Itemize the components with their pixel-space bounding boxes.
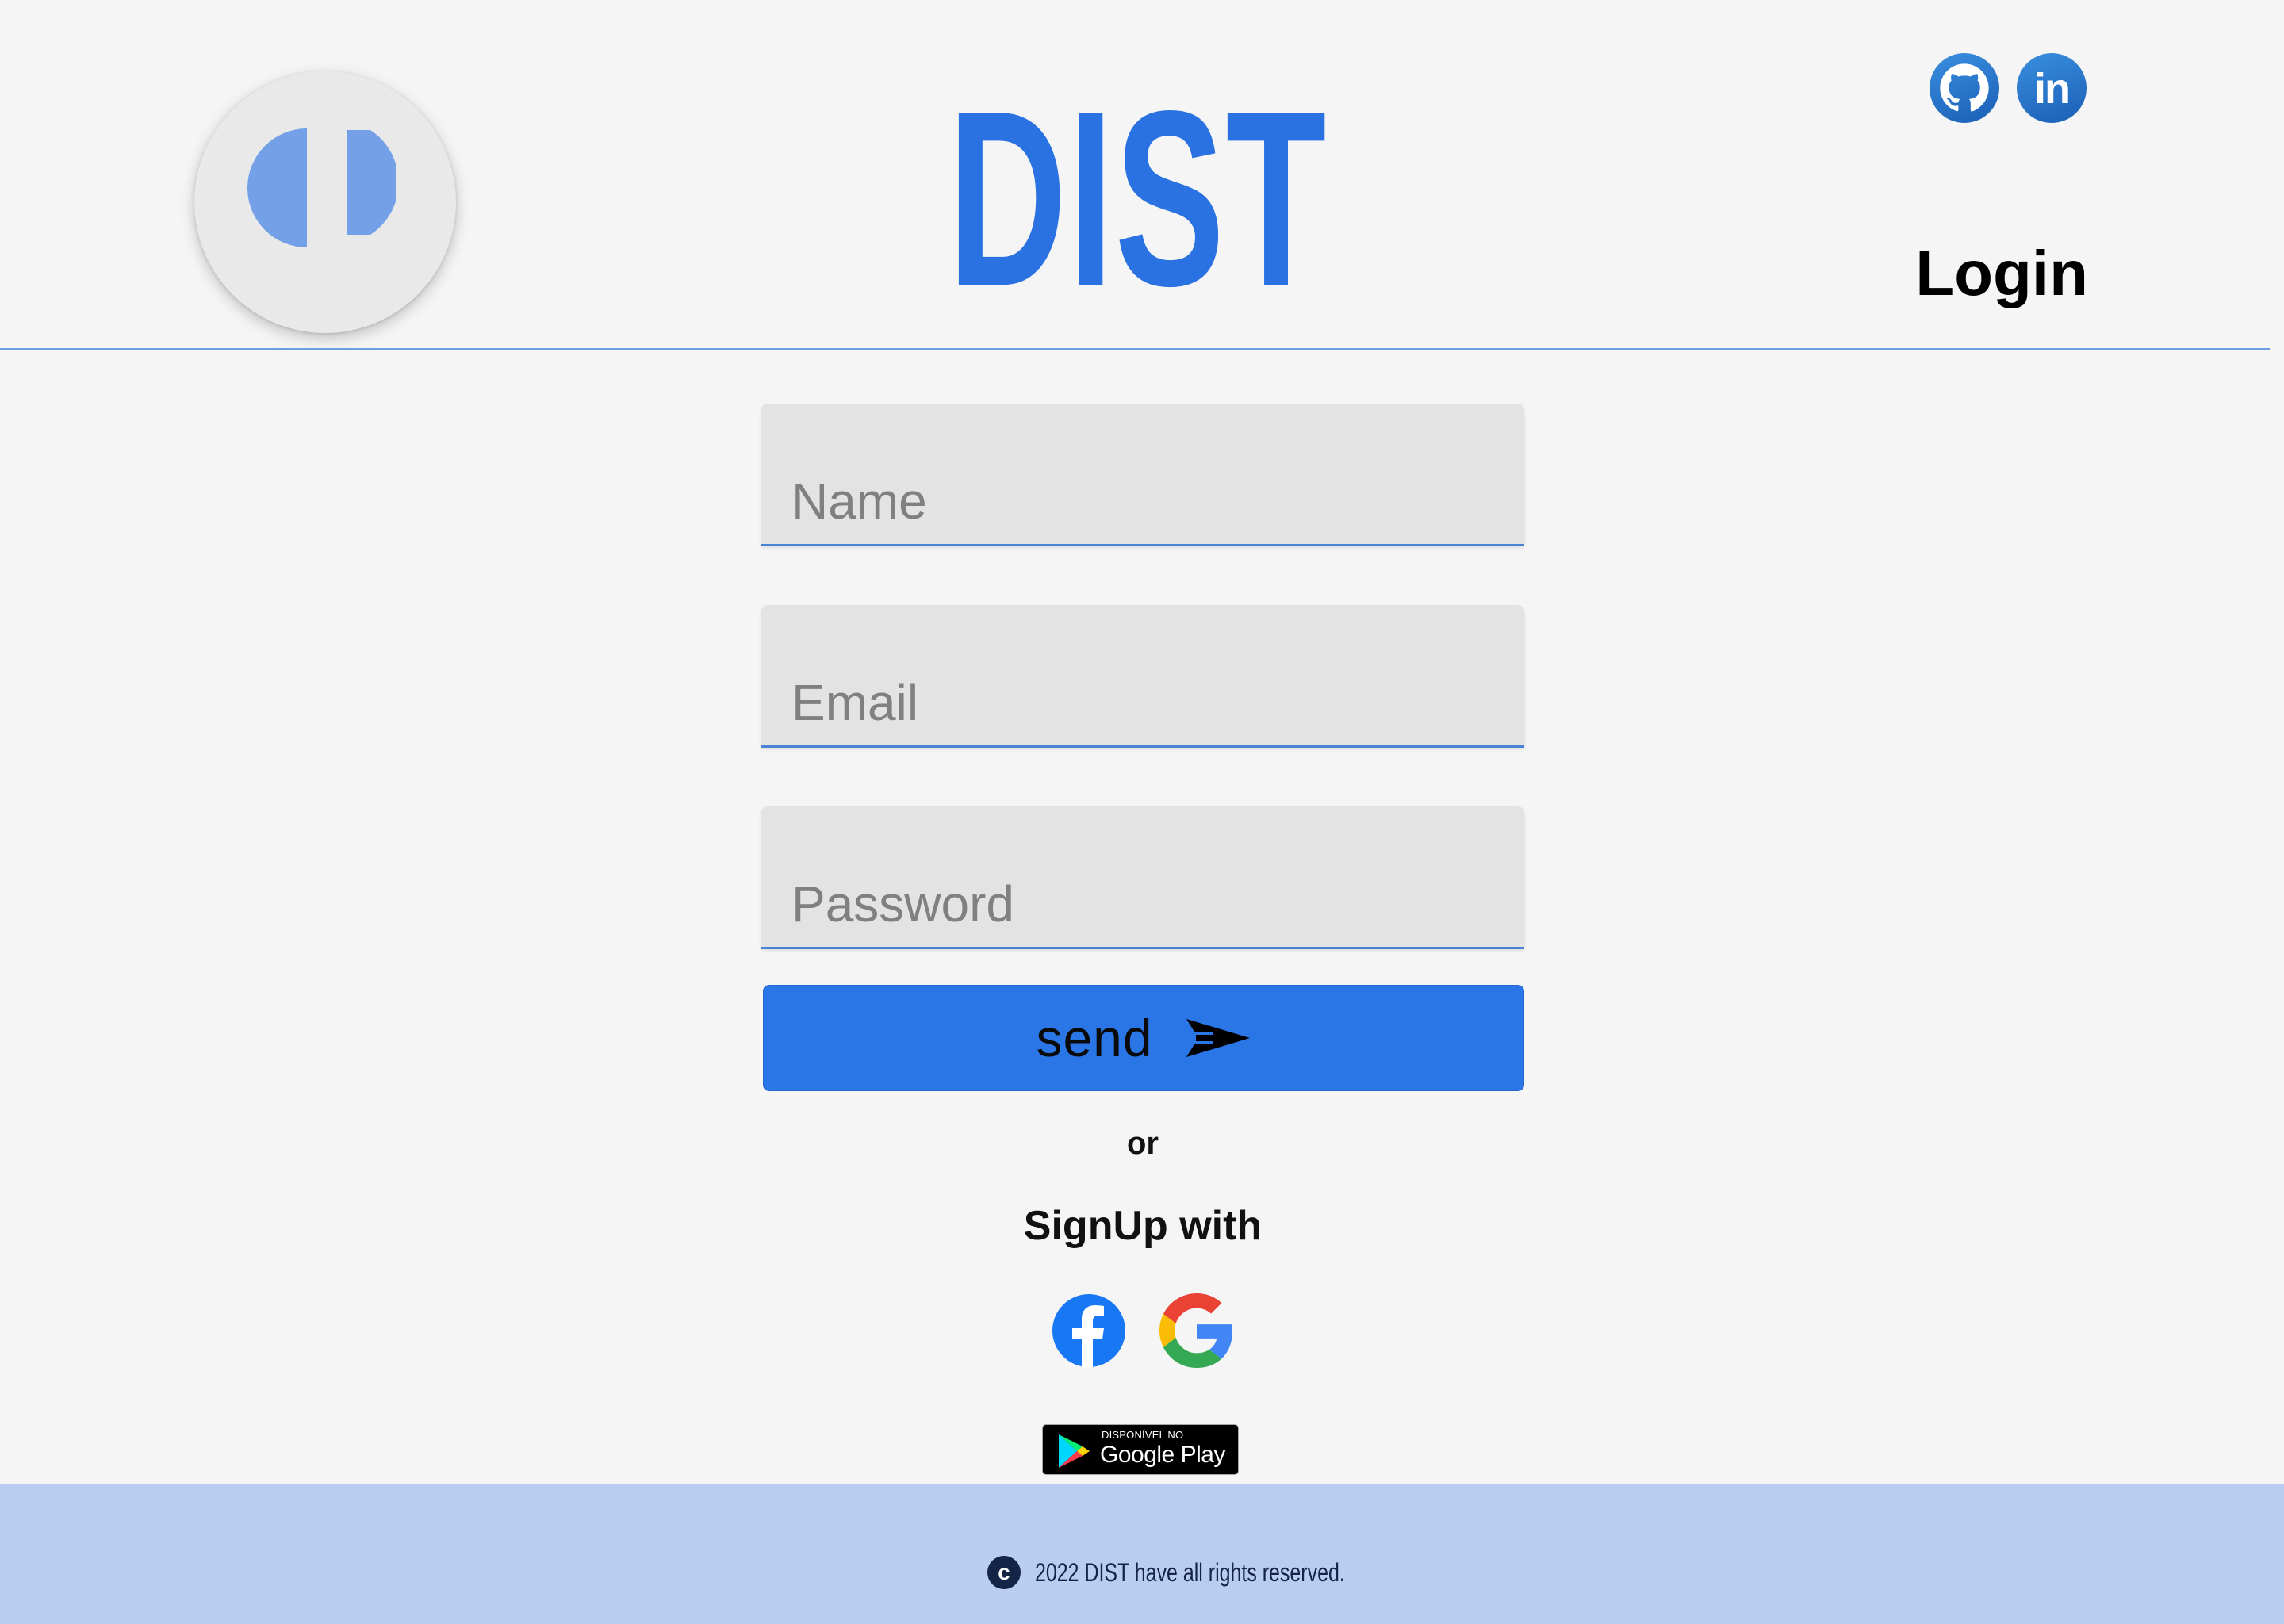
send-arrow-icon — [1186, 1019, 1250, 1057]
footer-copyright: c 2022 DIST have all rights reserved. — [987, 1556, 1432, 1589]
email-field[interactable] — [791, 671, 1489, 734]
footer: c 2022 DIST have all rights reserved. — [0, 1484, 2284, 1624]
header: DIST in Login — [0, 0, 2284, 350]
social-links: in — [1930, 53, 2087, 123]
copyright-icon: c — [987, 1556, 1021, 1589]
linkedin-glyph: in — [2034, 65, 2071, 113]
password-field-container — [761, 806, 1524, 949]
password-field[interactable] — [791, 872, 1489, 936]
google-play-small-text: DISPONÍVEL NO — [1102, 1429, 1184, 1441]
dist-logo-icon[interactable] — [194, 71, 456, 333]
name-field[interactable] — [791, 469, 1489, 533]
send-label: send — [1036, 1009, 1153, 1067]
github-icon[interactable] — [1930, 53, 1999, 123]
brand-title: DIST — [948, 59, 1328, 338]
facebook-icon[interactable] — [1052, 1293, 1126, 1368]
name-field-container — [761, 404, 1524, 546]
or-separator: or — [1127, 1126, 1159, 1161]
login-link[interactable]: Login — [1915, 238, 2088, 309]
linkedin-icon[interactable]: in — [2017, 53, 2087, 123]
google-play-badge[interactable]: DISPONÍVEL NO Google Play — [1042, 1424, 1239, 1475]
signup-with-label: SignUp with — [1023, 1203, 1263, 1249]
email-field-container — [761, 605, 1524, 748]
send-button[interactable]: send — [763, 985, 1524, 1091]
google-icon[interactable] — [1159, 1293, 1234, 1368]
footer-text: 2022 DIST have all rights reserved. — [1035, 1558, 1345, 1587]
signup-providers — [1052, 1293, 1234, 1368]
header-divider — [0, 348, 2270, 350]
brand-title-text: DIST — [948, 59, 1328, 338]
google-play-big-text: Google Play — [1100, 1442, 1225, 1468]
google-play-icon — [1059, 1434, 1090, 1468]
